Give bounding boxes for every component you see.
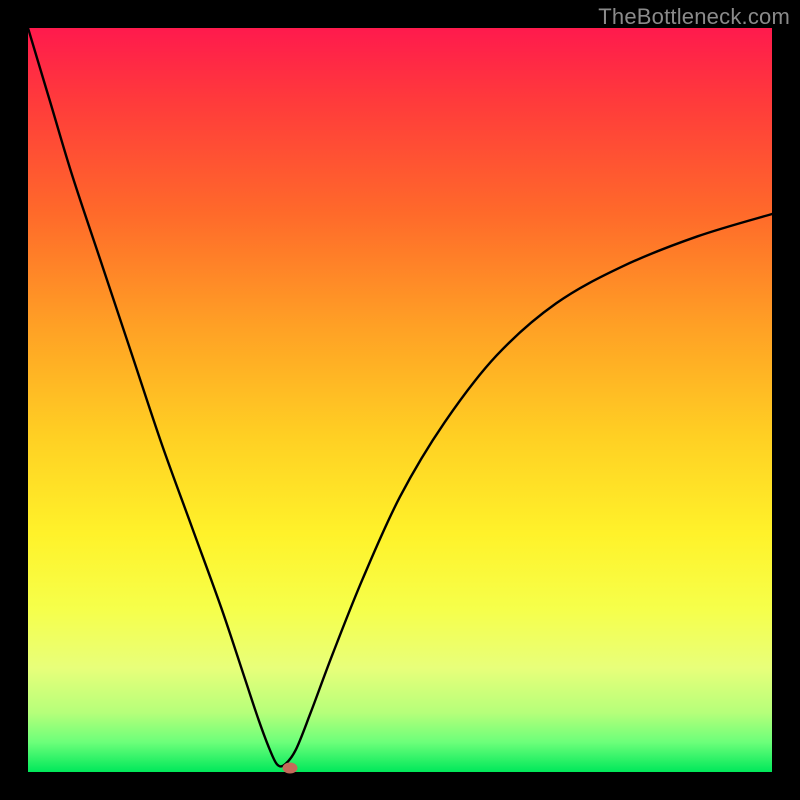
optimal-marker — [282, 763, 297, 774]
chart-frame: TheBottleneck.com — [0, 0, 800, 800]
watermark: TheBottleneck.com — [598, 4, 790, 30]
plot-area — [28, 28, 772, 772]
bottleneck-curve — [28, 28, 772, 772]
